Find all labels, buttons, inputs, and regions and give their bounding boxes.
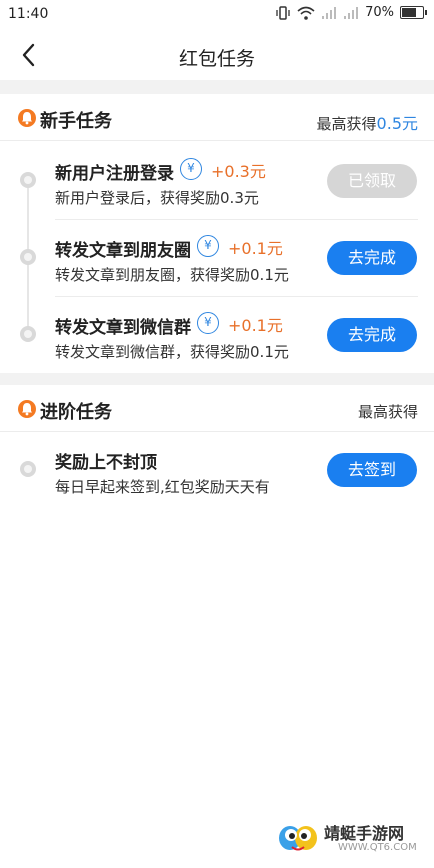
coin-icon: ¥ xyxy=(180,158,202,180)
section-title: 新手任务 xyxy=(40,111,112,132)
task-title: 奖励上不封顶 xyxy=(55,453,157,473)
section-title: 进阶任务 xyxy=(40,402,112,423)
claimed-button[interactable]: 已领取 xyxy=(327,164,417,198)
task-status-dot xyxy=(20,172,36,188)
battery-icon xyxy=(400,6,427,19)
task-desc: 转发文章到微信群，获得奖励0.1元 xyxy=(55,343,289,361)
check-in-button[interactable]: 去签到 xyxy=(327,453,417,487)
signal-icon-2 xyxy=(344,6,359,19)
watermark: 靖蜓手游网 WWW.QT6.COM xyxy=(276,816,426,862)
task-status-dot xyxy=(20,249,36,265)
task-item: 奖励上不封顶 每日早起来签到,红包奖励天天有 去签到 xyxy=(0,432,434,508)
task-status-dot xyxy=(20,326,36,342)
wifi-icon xyxy=(297,6,315,20)
section-header-advanced: 进阶任务 最高获得 xyxy=(0,387,434,432)
page-title: 红包任务 xyxy=(178,48,255,70)
status-bar: 11:40 70% xyxy=(0,0,434,30)
nav-bar: 红包任务 xyxy=(0,30,434,80)
complete-button[interactable]: 去完成 xyxy=(327,241,417,275)
status-icons: 70% xyxy=(275,5,427,20)
battery-percent: 70% xyxy=(365,5,394,20)
task-reward: +0.1元 xyxy=(228,316,283,335)
section-gap xyxy=(0,373,434,385)
task-reward: +0.1元 xyxy=(228,239,283,258)
task-status-dot xyxy=(20,461,36,477)
signal-icon-1 xyxy=(322,6,337,19)
max-reward-amount: 0.5元 xyxy=(376,114,418,133)
watermark-name: 靖蜓手游网 xyxy=(324,824,405,843)
status-time: 11:40 xyxy=(8,6,49,22)
dragonfly-logo-icon xyxy=(279,826,317,851)
max-reward: 最高获得0.5元 xyxy=(317,110,418,134)
task-item: 新用户注册登录 ¥ +0.3元 新用户登录后，获得奖励0.3元 已领取 xyxy=(0,143,434,219)
task-item: 转发文章到微信群 ¥ +0.1元 转发文章到微信群，获得奖励0.1元 去完成 xyxy=(0,297,434,373)
task-item: 转发文章到朋友圈 ¥ +0.1元 转发文章到朋友圈，获得奖励0.1元 去完成 xyxy=(0,220,434,296)
task-desc: 新用户登录后，获得奖励0.3元 xyxy=(55,189,259,207)
task-title: 转发文章到微信群 xyxy=(55,318,191,338)
max-reward-label: 最高获得 xyxy=(316,115,377,133)
bell-icon xyxy=(18,109,36,127)
vibrate-icon xyxy=(276,5,290,20)
complete-button[interactable]: 去完成 xyxy=(327,318,417,352)
coin-icon: ¥ xyxy=(197,312,219,334)
task-desc: 转发文章到朋友圈，获得奖励0.1元 xyxy=(55,266,289,284)
section-header-newbie: 新手任务 最高获得0.5元 xyxy=(0,96,434,141)
bell-icon xyxy=(18,400,36,418)
watermark-url: WWW.QT6.COM xyxy=(338,842,417,853)
section-gap xyxy=(0,80,434,94)
task-title: 转发文章到朋友圈 xyxy=(55,241,191,261)
task-desc: 每日早起来签到,红包奖励天天有 xyxy=(55,478,270,496)
task-title: 新用户注册登录 xyxy=(55,164,174,184)
max-reward-label: 最高获得 xyxy=(357,403,418,421)
task-reward: +0.3元 xyxy=(211,162,266,181)
coin-icon: ¥ xyxy=(197,235,219,257)
